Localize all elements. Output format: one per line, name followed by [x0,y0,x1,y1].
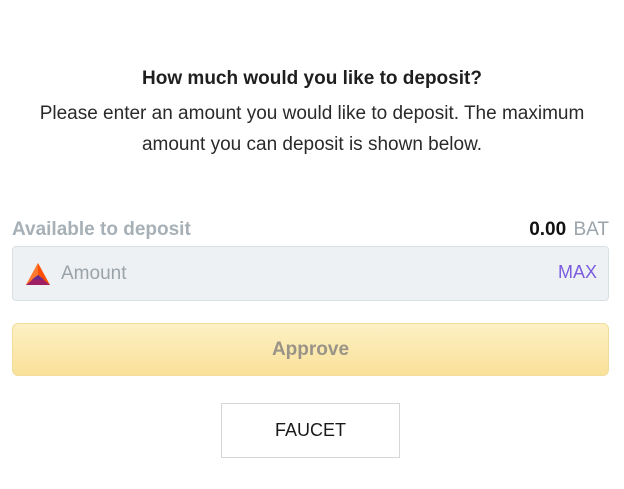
deposit-description: Please enter an amount you would like to… [39,103,585,155]
deposit-panel: How much would you like to deposit? Plea… [0,0,624,489]
deposit-heading: How much would you like to deposit? [142,68,482,89]
faucet-button[interactable]: FAUCET [221,403,400,458]
available-row: Available to deposit 0.00 BAT [12,217,609,243]
max-button[interactable]: MAX [558,262,597,283]
amount-input[interactable] [61,258,521,290]
amount-field[interactable]: MAX [12,246,609,301]
available-balance: 0.00 BAT [529,219,609,241]
available-unit: BAT [573,219,609,240]
available-label: Available to deposit [12,219,191,240]
bat-token-icon [25,262,51,286]
available-amount: 0.00 [529,219,567,240]
approve-button[interactable]: Approve [12,323,609,376]
